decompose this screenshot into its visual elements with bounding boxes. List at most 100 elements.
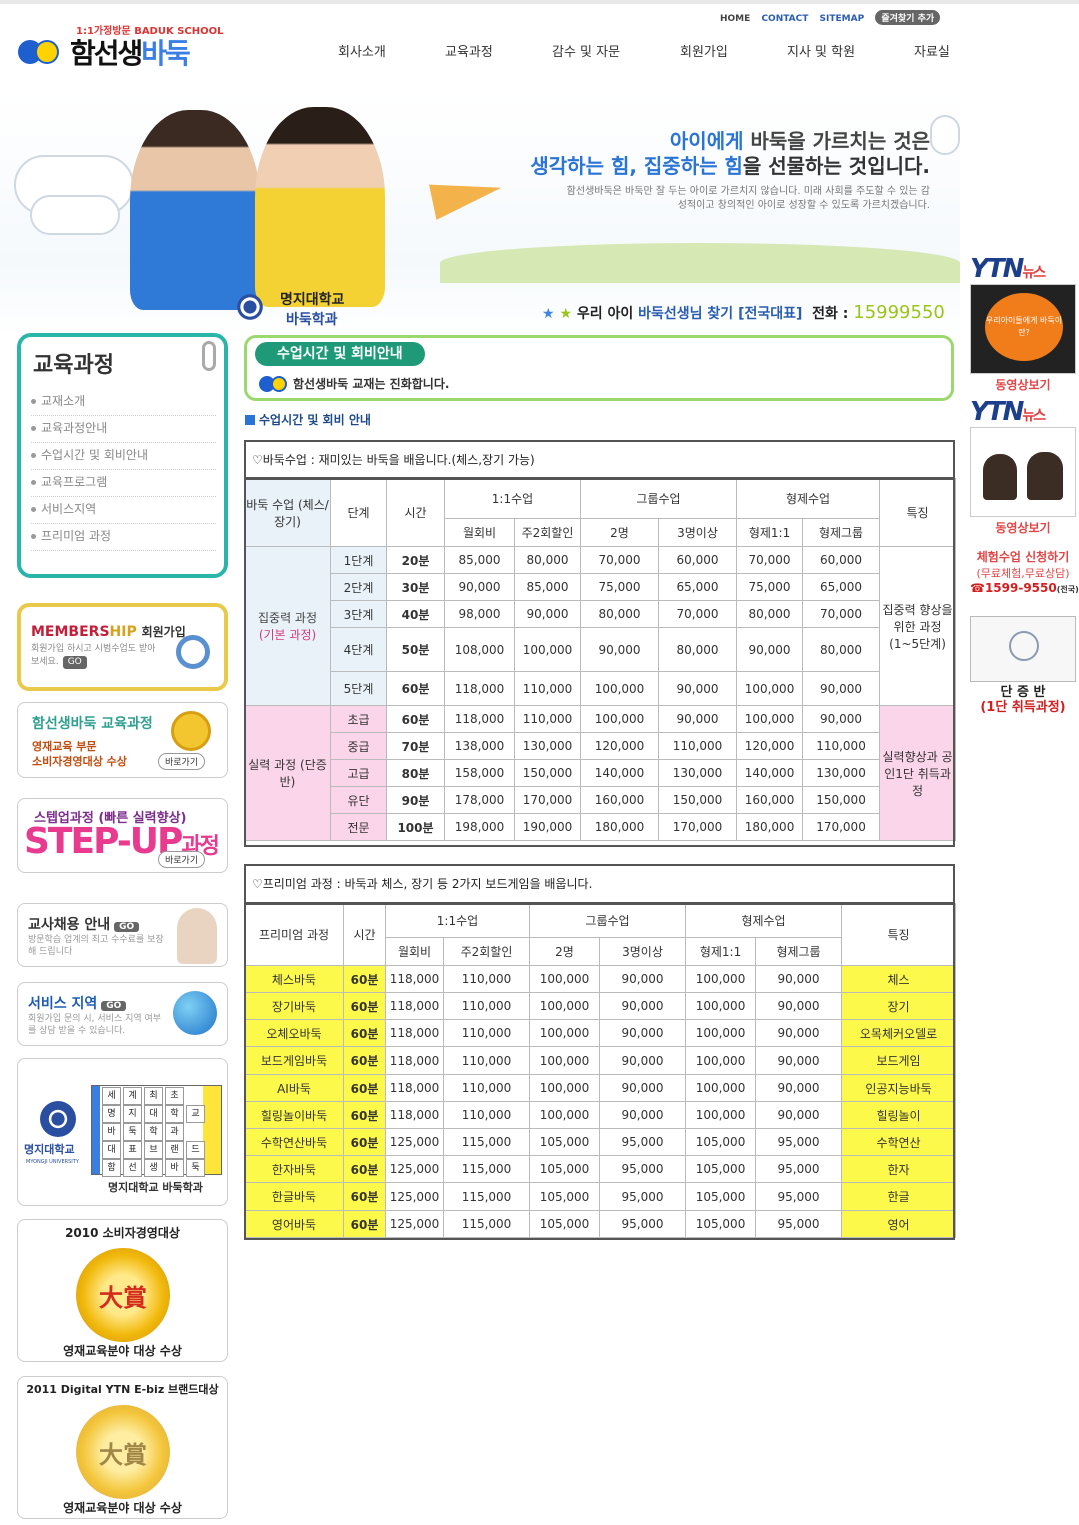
square-bullet-icon: [245, 415, 255, 425]
table-cell: 3단계: [330, 600, 387, 628]
table-cell: 100,000: [685, 1101, 757, 1129]
go-button[interactable]: GO: [62, 656, 87, 669]
table-cell: 110,000: [657, 732, 738, 760]
table-cell: 110,000: [514, 705, 581, 733]
table-row: 힐링놀이바둑 60분 118,000 110,000 100,000 90,000 100,…: [244, 1101, 957, 1129]
table-row: 중급 70분 138,000 130,000 120,000 110,000 120,000…: [245, 732, 956, 760]
table-row: 3단계 40분 98,000 90,000 80,000 70,000 80,000 70,0…: [245, 600, 956, 628]
curriculum-award-banner[interactable]: 함선생바둑 교육과정 영재교육 부문 소비자경영대상 수상 바로가기: [17, 702, 228, 778]
grid-char: 생: [144, 1159, 163, 1177]
award-medal-icon: [171, 711, 211, 751]
sidebar-title: 교육과정: [33, 353, 114, 378]
table-cell: 118,000: [385, 1046, 444, 1075]
table-cell: 105,000: [685, 1210, 757, 1238]
grid-char: 대: [102, 1141, 121, 1159]
table-cell: 4단계: [330, 627, 387, 672]
shortcut-button[interactable]: 바로가기: [158, 753, 206, 770]
ytn-video-1[interactable]: YTN뉴스 우리아이들에게 바둑이란? 동영상보기: [970, 254, 1076, 393]
service-area-banner[interactable]: 서비스 지역 GO 회원가입 문의 시, 서비스 지역 여부를 상담 받을 수 있…: [17, 982, 228, 1046]
table-row: 실력 과정 (단증반) 초급 60분 118,000 110,000 100,000 90,…: [244, 705, 957, 841]
trial-lesson-link[interactable]: 체험수업 신청하기 (무료체험,무료상담) ☎1599-9550(전국): [970, 548, 1079, 595]
step-up-banner[interactable]: 스텝업과정 (빠른 실력향상) STEP-UP과정 바로가기: [17, 798, 228, 873]
col-header-feature: 특징: [879, 478, 957, 547]
membership-banner[interactable]: MEMBERSHIP 회원가입 회원가입 하시고 시범수업도 받아 보세요. GO: [17, 603, 228, 691]
go-button[interactable]: GO: [101, 1001, 127, 1011]
sidebar-item-fees[interactable]: 수업시간 및 회비안내: [31, 443, 216, 470]
table-cell: 98,000: [444, 600, 515, 628]
award-2011-banner[interactable]: 2011 Digital YTN E-biz 브랜드대상 大賞 영재교육분야 대…: [17, 1376, 228, 1519]
table-cell: 118,000: [444, 705, 515, 733]
dan-course-link[interactable]: 단 증 반 (1단 취득과정): [970, 685, 1076, 715]
table-cell: 95,000: [755, 1210, 843, 1238]
table-cell: 100,000: [736, 671, 804, 706]
ytn-video-2[interactable]: YTN뉴스 동영상보기: [970, 397, 1076, 536]
table-row: 보드게임바둑 60분 118,000 110,000 100,000 90,000 100,…: [244, 1046, 957, 1075]
table-row: AI바둑 60분 118,000 110,000 100,000 90,000 100,00…: [244, 1074, 957, 1102]
table-cell: 100,000: [529, 1019, 600, 1047]
table-cell: 60분: [343, 965, 386, 993]
nav-resources[interactable]: 자료실: [914, 41, 950, 60]
table-cell: 힐링놀이바둑: [244, 1101, 344, 1129]
grid-char: 대: [144, 1105, 163, 1123]
find-teacher-bar[interactable]: ★ ★ 우리 아이 바둑선생님 찾기 [전국대표] 전화 : 15999550: [542, 302, 945, 323]
sidebar-item-textbook[interactable]: 교재소개: [31, 389, 216, 416]
video-link[interactable]: 동영상보기: [970, 376, 1076, 393]
grid-char: 둑: [123, 1123, 142, 1141]
nav-join[interactable]: 회원가입: [680, 41, 728, 60]
sidebar-item-premium[interactable]: 프리미엄 과정: [31, 524, 216, 551]
util-sitemap-link[interactable]: SITEMAP: [820, 14, 865, 24]
util-home-link[interactable]: HOME: [720, 14, 750, 24]
table-cell: 118,000: [385, 1019, 444, 1047]
table-cell: 70,000: [580, 546, 659, 574]
table-cell: 60분: [343, 1046, 386, 1075]
table-cell: 100,000: [529, 992, 600, 1020]
table-cell: 150,000: [514, 759, 581, 787]
table-cell: 90,000: [444, 573, 515, 601]
table-cell: 60분: [386, 705, 445, 733]
section-title-pill: 수업시간 및 회비안내: [255, 342, 425, 366]
table-cell: 90,000: [755, 1019, 843, 1047]
sidebar-item-programs[interactable]: 교육프로그램: [31, 470, 216, 497]
table-cell: 105,000: [685, 1155, 757, 1183]
table-cell: 115,000: [443, 1155, 530, 1183]
table-cell: 105,000: [529, 1182, 600, 1211]
nav-company[interactable]: 회사소개: [338, 41, 386, 60]
shortcut-button[interactable]: 바로가기: [158, 851, 206, 868]
grid-char: 둑: [186, 1159, 205, 1177]
table-cell: 110,000: [443, 992, 530, 1020]
table-cell: 125,000: [385, 1210, 444, 1238]
teacher-recruit-banner[interactable]: 교사채용 안내 GO 방문학습 업계의 최고 수수료를 보장해 드립니다: [17, 903, 228, 967]
table-cell: 90,000: [755, 1046, 843, 1075]
sidebar-item-service-area[interactable]: 서비스지역: [31, 497, 216, 524]
nav-advisory[interactable]: 감수 및 자문: [552, 41, 620, 60]
table-cell: 70분: [386, 732, 445, 760]
table-cell: 80,000: [514, 546, 581, 574]
sidebar-item-curriculum[interactable]: 교육과정안내: [31, 416, 216, 443]
myongji-banner[interactable]: 명지대학교 MYONGJI UNIVERSITY 세계최초명지대학교바둑학과대표…: [17, 1058, 228, 1206]
table-cell: 75,000: [580, 573, 659, 601]
table-cell: 90,000: [598, 1019, 687, 1047]
dan-certificate-image[interactable]: [970, 616, 1076, 682]
grid-char: 학: [144, 1123, 163, 1141]
video-link[interactable]: 동영상보기: [970, 519, 1076, 536]
grid-char: 교: [186, 1105, 205, 1123]
table-cell: 오체오바둑: [244, 1019, 344, 1047]
nav-curriculum[interactable]: 교육과정: [445, 41, 493, 60]
video-thumbnail[interactable]: [970, 427, 1076, 517]
favorite-button[interactable]: 즐겨찾기 추가: [875, 10, 941, 25]
table-cell: 90,000: [802, 705, 881, 733]
table-row: 영어바둑 60분 125,000 115,000 105,000 95,000 105,00…: [244, 1210, 957, 1238]
table-cell: 158,000: [444, 759, 515, 787]
video-thumbnail[interactable]: 우리아이들에게 바둑이란?: [970, 284, 1076, 374]
boy-photo: [130, 110, 260, 310]
go-button[interactable]: GO: [114, 922, 140, 932]
table-row: 한자바둑 60분 125,000 115,000 105,000 95,000 105,00…: [244, 1155, 957, 1183]
table-cell: 95,000: [755, 1128, 843, 1156]
table-cell: 110,000: [443, 1019, 530, 1047]
site-logo[interactable]: 1:1가정방문 BADUK SCHOOL 함선생바둑: [18, 22, 228, 72]
table-cell: 영어: [841, 1210, 957, 1238]
util-contact-link[interactable]: CONTACT: [761, 14, 808, 24]
award-2010-banner[interactable]: 2010 소비자경영대상 大賞 영재교육분야 대상 수상: [17, 1219, 228, 1362]
nav-branches[interactable]: 지사 및 학원: [787, 41, 855, 60]
table-cell: 80분: [386, 759, 445, 787]
